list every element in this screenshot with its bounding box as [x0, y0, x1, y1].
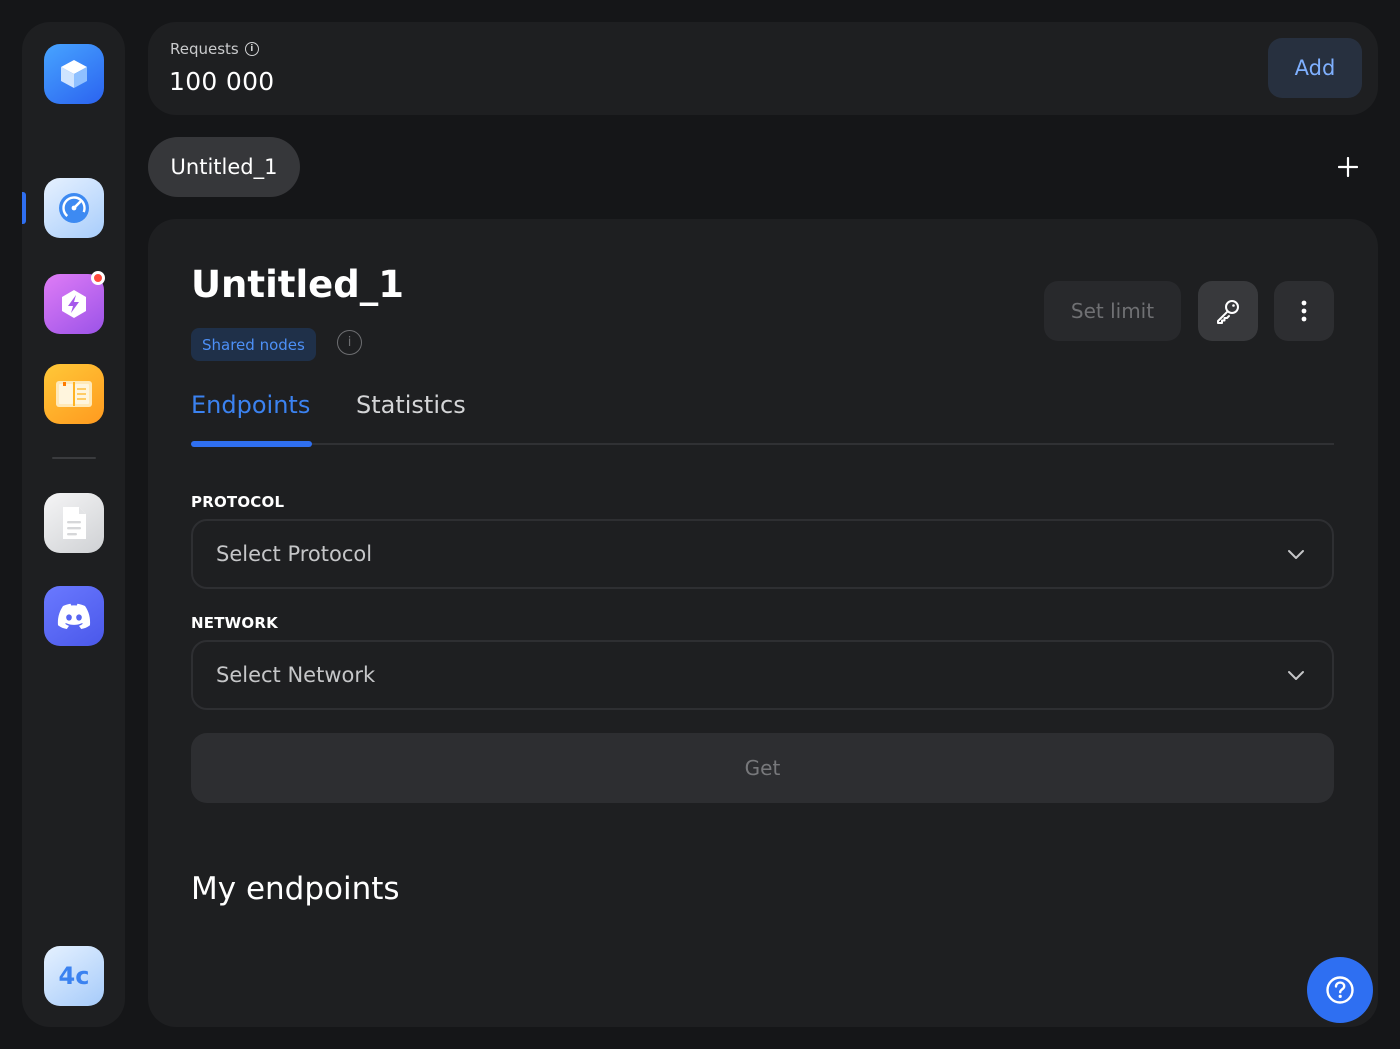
- get-button[interactable]: Get: [191, 733, 1334, 803]
- notification-dot: [91, 271, 105, 285]
- sidebar-item-documents[interactable]: [44, 493, 104, 553]
- lightning-icon: [62, 290, 86, 318]
- set-limit-button[interactable]: Set limit: [1044, 281, 1181, 341]
- protocol-label: PROTOCOL: [191, 493, 285, 511]
- info-circle-icon[interactable]: i: [337, 330, 362, 355]
- cube-icon: [61, 60, 87, 88]
- add-project-button[interactable]: [1318, 137, 1378, 197]
- sidebar-item-dashboard[interactable]: [44, 178, 104, 238]
- page-title: Untitled_1: [191, 263, 404, 306]
- sidebar-item-boost[interactable]: [44, 271, 105, 334]
- project-card: Untitled_1 Shared nodes i Set limit Endp…: [148, 219, 1378, 1027]
- tab-bar: Endpoints Statistics: [191, 391, 1334, 447]
- sidebar-item-4c[interactable]: 4c: [44, 946, 104, 1006]
- network-select-placeholder: Select Network: [216, 663, 376, 687]
- active-tab-underline: [191, 441, 312, 447]
- key-icon: [1217, 300, 1239, 324]
- sidebar-divider: [52, 457, 96, 459]
- sidebar-item-book[interactable]: [44, 364, 104, 424]
- project-tab-untitled-1[interactable]: Untitled_1: [148, 137, 300, 197]
- book-icon: [56, 381, 92, 407]
- tab-statistics[interactable]: Statistics: [356, 391, 466, 419]
- requests-label-row: Requests i: [170, 40, 259, 58]
- chevron-down-icon: [1288, 671, 1304, 680]
- document-icon: [63, 507, 86, 539]
- discord-icon: [57, 603, 91, 629]
- protocol-select-placeholder: Select Protocol: [216, 542, 373, 566]
- sidebar-item-logo[interactable]: [44, 44, 104, 104]
- my-endpoints-heading: My endpoints: [191, 871, 400, 907]
- 4c-logo-text: 4c: [58, 962, 90, 990]
- shared-nodes-badge: Shared nodes: [191, 328, 316, 361]
- tab-endpoints[interactable]: Endpoints: [191, 391, 310, 419]
- requests-label: Requests: [170, 40, 239, 58]
- sidebar: 4c: [22, 22, 125, 1027]
- info-icon[interactable]: i: [244, 42, 259, 56]
- add-button[interactable]: Add: [1268, 38, 1362, 98]
- requests-card: Requests i 100 000 Add: [148, 22, 1378, 115]
- help-icon: [1326, 976, 1354, 1004]
- chevron-down-icon: [1288, 550, 1304, 559]
- app-page: 4c Requests i 100 000 Add Untitled_1 Unt…: [0, 0, 1400, 1049]
- plus-icon: [1338, 157, 1358, 177]
- network-select[interactable]: Select Network: [191, 640, 1334, 710]
- more-options-button[interactable]: [1274, 281, 1334, 341]
- api-key-button[interactable]: [1198, 281, 1258, 341]
- more-vertical-icon: [1301, 300, 1307, 322]
- speedometer-icon: [59, 193, 89, 223]
- network-label: NETWORK: [191, 614, 278, 632]
- active-indicator: [22, 192, 26, 224]
- sidebar-item-discord[interactable]: [44, 586, 104, 646]
- protocol-select[interactable]: Select Protocol: [191, 519, 1334, 589]
- help-button[interactable]: [1307, 957, 1373, 1023]
- requests-value: 100 000: [169, 67, 275, 96]
